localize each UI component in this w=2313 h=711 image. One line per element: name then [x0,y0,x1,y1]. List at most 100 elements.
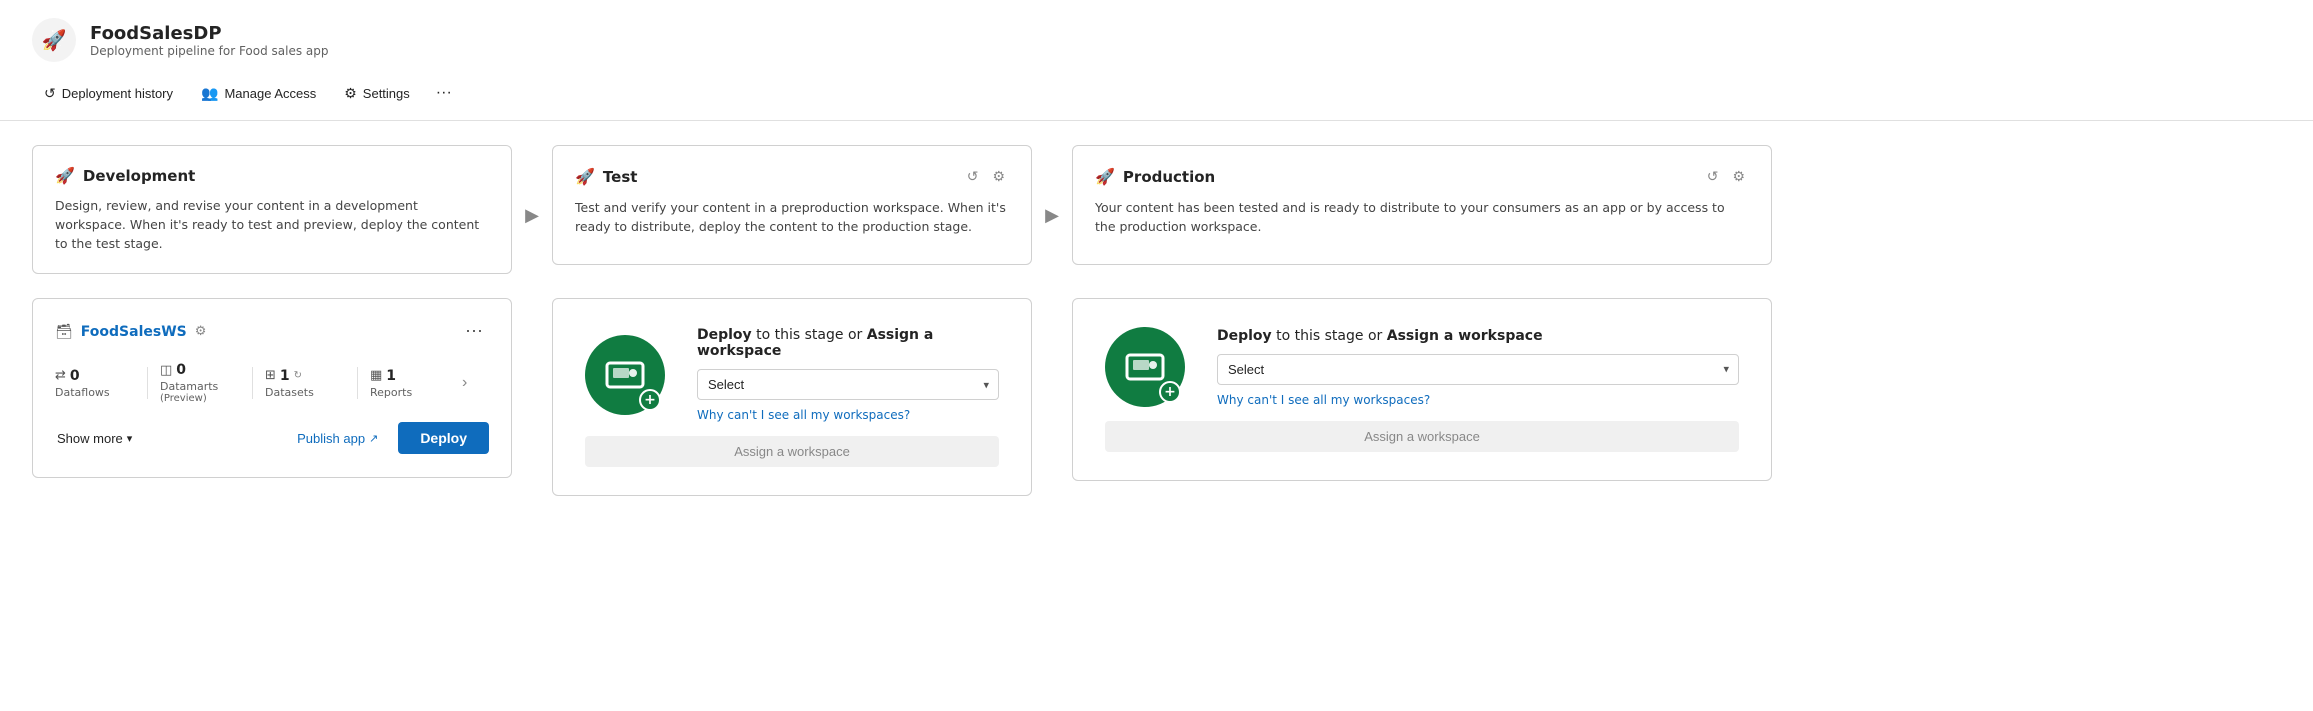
deployment-history-label: Deployment history [62,86,173,101]
production-title-group: 🚀 Production [1095,167,1215,186]
publish-external-icon: ↗ [369,432,378,445]
development-stage-icon: 🚀 [55,166,75,185]
test-settings-button[interactable]: ⚙ [988,166,1009,187]
more-icon: ··· [436,84,452,102]
stage-arrow-2: ▶ [1032,145,1072,226]
test-title-group: 🚀 Test [575,167,637,186]
development-stage-description: Design, review, and revise your content … [55,197,489,253]
development-stage-title: Development [83,167,195,185]
test-workspace-select[interactable]: Select [697,369,999,400]
production-header-actions: ↺ ⚙ [1703,166,1749,187]
stage-arrow-1: ▶ [512,145,552,226]
bottom-arrow-2 [1032,298,1072,378]
deploy-label: Deploy [420,430,467,446]
gear-icon: ⚙ [344,85,357,102]
stat-divider-2 [252,367,253,399]
stages-row: 🚀 Development Design, review, and revise… [32,145,2281,274]
production-assign-workspace-button[interactable]: Assign a workspace [1105,421,1739,452]
app-header: 🚀 FoodSalesDP Deployment pipeline for Fo… [0,0,2313,74]
datamarts-label: Datamarts [160,380,218,393]
production-stage-header: 🚀 Production ↺ ⚙ [1095,166,1749,187]
datamarts-value: 0 [176,362,186,378]
test-deploy-card-main: + Deploy to this stage or Assign a works… [585,327,999,422]
footer-right: Publish app ↗ Deploy [287,422,489,454]
datasets-label: Datasets [265,386,314,399]
stat-divider-3 [357,367,358,399]
test-deploy-card-right: Deploy to this stage or Assign a workspa… [697,327,999,422]
test-stage-description: Test and verify your content in a prepro… [575,199,1009,237]
show-more-button[interactable]: Show more ▾ [55,427,134,450]
dataflows-icon: ⇄ [55,368,66,383]
test-deploy-icon: + [585,335,665,415]
deployment-history-button[interactable]: ↺ Deployment history [32,79,185,108]
production-deploy-text-bold1: Deploy [1217,328,1272,344]
datamarts-sublabel: (Preview) [160,393,207,404]
test-deploy-text-bold1: Deploy [697,327,752,343]
production-deploy-text-or: to this stage or [1276,328,1387,344]
history-icon: ↺ [44,85,56,102]
test-deploy-card-title: Deploy to this stage or Assign a workspa… [697,327,999,359]
main-content: 🚀 Development Design, review, and revise… [0,121,2313,520]
reports-icon: ▦ [370,368,382,383]
production-deploy-text-bold2: Assign a workspace [1387,328,1543,344]
test-deploy-text-or: to this stage or [756,327,867,343]
test-history-button[interactable]: ↺ [963,166,983,187]
production-select-wrapper: Select ▾ [1217,354,1739,385]
publish-app-label: Publish app [297,431,365,446]
reports-label: Reports [370,386,412,399]
app-title: FoodSalesDP [90,23,329,44]
app-title-group: FoodSalesDP Deployment pipeline for Food… [90,23,329,58]
people-icon: 👥 [201,85,218,102]
deploy-button[interactable]: Deploy [398,422,489,454]
test-assign-workspace-button[interactable]: Assign a workspace [585,436,999,467]
test-select-wrapper: Select ▾ [697,369,999,400]
workspace-card: 🗃 FoodSalesWS ⚙ ⋯ ⇄ 0 Dataflows [32,298,512,478]
test-deploy-card: + Deploy to this stage or Assign a works… [552,298,1032,496]
production-why-cant-link[interactable]: Why can't I see all my workspaces? [1217,393,1739,407]
test-why-cant-link[interactable]: Why can't I see all my workspaces? [697,408,999,422]
settings-label: Settings [363,86,410,101]
stats-next-button[interactable]: › [458,370,471,396]
production-stage-icon: 🚀 [1095,167,1115,186]
app-icon: 🚀 [32,18,76,62]
manage-access-button[interactable]: 👥 Manage Access [189,79,328,108]
production-stage-card: 🚀 Production ↺ ⚙ Your content has been t… [1072,145,1772,265]
test-stage-header: 🚀 Test ↺ ⚙ [575,166,1009,187]
production-workspace-select[interactable]: Select [1217,354,1739,385]
test-deploy-content-area: Select ▾ Why can't I see all my workspac… [697,369,999,422]
production-deploy-card-right: Deploy to this stage or Assign a workspa… [1217,328,1739,407]
datasets-icon: ⊞ [265,368,276,383]
test-stage-card: 🚀 Test ↺ ⚙ Test and verify your content … [552,145,1032,265]
settings-button[interactable]: ⚙ Settings [332,79,422,108]
production-stage-description: Your content has been tested and is read… [1095,199,1749,237]
datasets-value: 1 [280,368,290,384]
workspace-card-header: 🗃 FoodSalesWS ⚙ ⋯ [55,319,489,344]
test-header-actions: ↺ ⚙ [963,166,1009,187]
workspace-icon: 🗃 [55,324,73,340]
show-more-label: Show more [57,431,123,446]
production-stage-title: Production [1123,168,1215,186]
production-history-button[interactable]: ↺ [1703,166,1723,187]
datasets-refresh-icon: ↻ [294,370,302,381]
reports-value: 1 [386,368,396,384]
plus-badge: + [639,389,661,411]
dataflows-label: Dataflows [55,386,110,399]
app-subtitle: Deployment pipeline for Food sales app [90,44,329,58]
development-title-group: 🚀 Development [55,166,195,185]
more-options-button[interactable]: ··· [426,78,462,108]
workspace-footer: Show more ▾ Publish app ↗ Deploy [55,422,489,454]
show-more-chevron: ▾ [127,432,133,445]
workspace-gear-icon: ⚙ [195,324,207,339]
publish-app-button[interactable]: Publish app ↗ [287,425,388,452]
workspace-more-button[interactable]: ⋯ [459,319,489,344]
bottom-arrow-1 [512,298,552,378]
development-stage-header: 🚀 Development [55,166,489,185]
production-deploy-card-title: Deploy to this stage or Assign a workspa… [1217,328,1739,344]
stat-dataflows: ⇄ 0 Dataflows [55,368,135,399]
workspace-name-link[interactable]: FoodSalesWS [81,324,187,340]
dataflows-value: 0 [70,368,80,384]
stat-divider-1 [147,367,148,399]
production-deploy-content-area: Select ▾ Why can't I see all my workspac… [1217,354,1739,407]
production-settings-button[interactable]: ⚙ [1728,166,1749,187]
test-stage-icon: 🚀 [575,167,595,186]
